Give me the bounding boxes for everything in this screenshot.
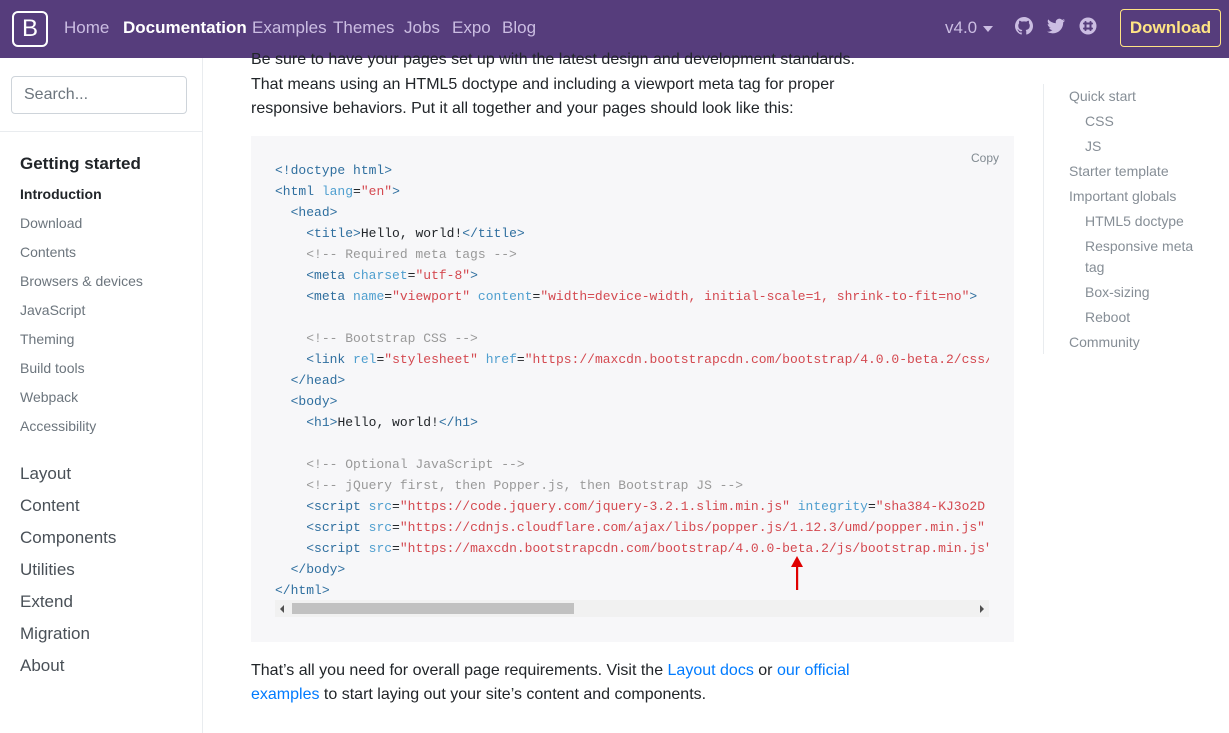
nav-link-expo[interactable]: Expo xyxy=(452,18,491,38)
code-line: <!doctype html> xyxy=(275,163,393,178)
toc-item-responsive-meta-tag[interactable]: tag xyxy=(1085,257,1104,278)
nav-link-documentation[interactable]: Documentation xyxy=(123,18,247,38)
code-line: <!-- jQuery first, then Popper.js, then … xyxy=(306,478,744,493)
sidebar-section-layout[interactable]: Layout xyxy=(20,464,71,484)
sidebar-item-browsers-devices[interactable]: Browsers & devices xyxy=(20,273,143,289)
bootstrap-logo[interactable]: B xyxy=(12,11,48,47)
nav-link-themes[interactable]: Themes xyxy=(333,18,394,38)
search-form xyxy=(0,58,202,132)
sidebar-section-migration[interactable]: Migration xyxy=(20,624,90,644)
red-arrow-marker-icon xyxy=(791,556,803,590)
outro-paragraph-line: That’s all you need for overall page req… xyxy=(251,659,850,683)
toc-divider xyxy=(1043,84,1044,354)
toc-item-js[interactable]: JS xyxy=(1085,136,1101,157)
code-line: <title>Hello, world!</title> xyxy=(306,226,525,241)
nav-link-examples[interactable]: Examples xyxy=(252,18,327,38)
code-line: <html lang="en"> xyxy=(275,184,400,199)
sidebar-item-javascript[interactable]: JavaScript xyxy=(20,302,85,318)
code-line: <meta name="viewport" content="width=dev… xyxy=(306,289,978,304)
nav-link-blog[interactable]: Blog xyxy=(502,18,536,38)
docs-sidebar: Getting started Introduction Download Co… xyxy=(0,58,203,733)
outro-text: That’s all you need for overall page req… xyxy=(251,662,668,679)
code-line: <script src="https://cdnjs.cloudflare.co… xyxy=(306,520,985,535)
sidebar-item-build-tools[interactable]: Build tools xyxy=(20,360,85,376)
slack-icon[interactable] xyxy=(1079,17,1097,35)
intro-paragraph-line: responsive behaviors. Put it all togethe… xyxy=(251,100,794,117)
toc-item-starter-template[interactable]: Starter template xyxy=(1069,161,1169,182)
toc-item-box-sizing[interactable]: Box-sizing xyxy=(1085,282,1150,303)
scroll-left-arrow-icon[interactable] xyxy=(280,605,284,613)
toc-item-community[interactable]: Community xyxy=(1069,332,1140,353)
code-line: </body> xyxy=(290,562,346,577)
toc-item-responsive-meta-tag[interactable]: Responsive meta xyxy=(1085,236,1193,257)
code-line: <!-- Required meta tags --> xyxy=(306,247,517,262)
twitter-icon[interactable] xyxy=(1047,17,1065,35)
intro-paragraph-line: That means using an HTML5 doctype and in… xyxy=(251,76,835,93)
chevron-down-icon xyxy=(983,25,994,32)
official-examples-link[interactable]: examples xyxy=(251,686,319,703)
official-examples-link[interactable]: our official xyxy=(777,662,850,679)
toc-item-css[interactable]: CSS xyxy=(1085,111,1114,132)
sidebar-section-utilities[interactable]: Utilities xyxy=(20,560,75,580)
scroll-right-arrow-icon[interactable] xyxy=(980,605,984,613)
code-line: <!-- Optional JavaScript --> xyxy=(306,457,525,472)
version-label: v4.0 xyxy=(945,18,978,37)
nav-link-home[interactable]: Home xyxy=(64,18,109,38)
code-horizontal-scrollbar[interactable] xyxy=(275,600,989,617)
search-input[interactable] xyxy=(11,76,187,114)
code-line: <script src="https://code.jquery.com/jqu… xyxy=(306,499,985,514)
sidebar-section-content[interactable]: Content xyxy=(20,496,80,516)
sidebar-section-extend[interactable]: Extend xyxy=(20,592,73,612)
sidebar-item-introduction[interactable]: Introduction xyxy=(20,186,102,202)
toc-item-important-globals[interactable]: Important globals xyxy=(1069,186,1176,207)
code-listing: <!doctype html> <html lang="en"> <head> <… xyxy=(275,160,989,600)
outro-text: or xyxy=(753,662,777,679)
sidebar-item-contents[interactable]: Contents xyxy=(20,244,76,260)
outro-paragraph-line: examples to start laying out your site’s… xyxy=(251,683,706,707)
layout-docs-link[interactable]: Layout docs xyxy=(668,662,754,679)
sidebar-item-download[interactable]: Download xyxy=(20,215,82,231)
sidebar-section-about[interactable]: About xyxy=(20,656,64,676)
download-button[interactable]: Download xyxy=(1120,9,1221,47)
code-line: <head> xyxy=(290,205,338,220)
code-line: <script src="https://maxcdn.bootstrapcdn… xyxy=(306,541,989,556)
outro-text: to start laying out your site’s content … xyxy=(319,686,707,703)
sidebar-section-components[interactable]: Components xyxy=(20,528,116,548)
scrollbar-thumb[interactable] xyxy=(292,603,574,614)
toc-item-quick-start[interactable]: Quick start xyxy=(1069,86,1136,107)
code-line: <!-- Bootstrap CSS --> xyxy=(306,331,478,346)
version-dropdown[interactable]: v4.0 xyxy=(945,18,994,38)
code-line: </head> xyxy=(290,373,346,388)
toc-item-html5-doctype[interactable]: HTML5 doctype xyxy=(1085,211,1184,232)
sidebar-item-accessibility[interactable]: Accessibility xyxy=(20,418,96,434)
nav-link-jobs[interactable]: Jobs xyxy=(404,18,440,38)
intro-paragraph-line: Be sure to have your pages set up with t… xyxy=(251,51,855,68)
sidebar-section-getting-started[interactable]: Getting started xyxy=(20,154,141,174)
code-line: <body> xyxy=(290,394,338,409)
code-line: <h1>Hello, world!</h1> xyxy=(306,415,478,430)
sidebar-item-webpack[interactable]: Webpack xyxy=(20,389,78,405)
sidebar-item-theming[interactable]: Theming xyxy=(20,331,74,347)
toc-item-reboot[interactable]: Reboot xyxy=(1085,307,1130,328)
code-line: </html> xyxy=(275,583,330,598)
code-line: <meta charset="utf-8"> xyxy=(306,268,478,283)
code-line: <link rel="stylesheet" href="https://max… xyxy=(306,352,989,367)
github-icon[interactable] xyxy=(1015,17,1033,35)
